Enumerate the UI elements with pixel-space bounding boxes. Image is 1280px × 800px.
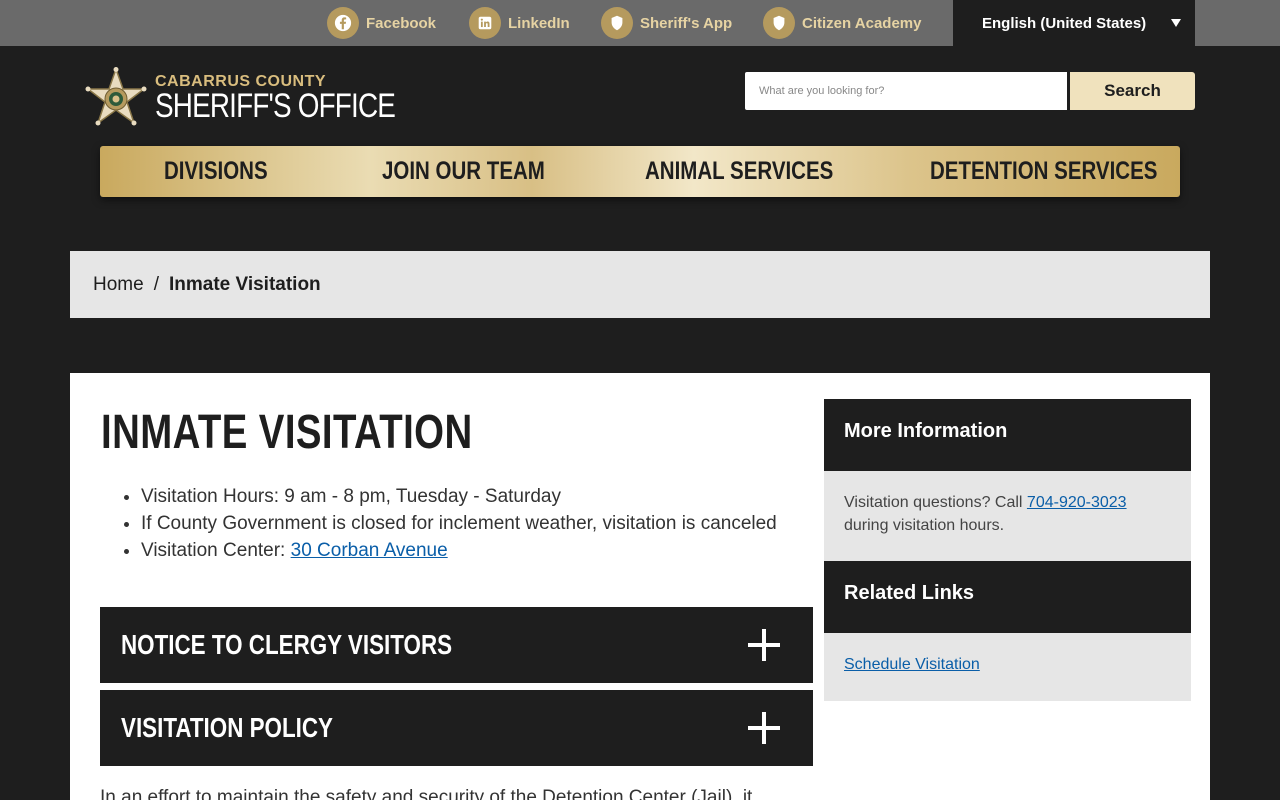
more-info-prefix: Visitation questions? Call [844,494,1027,511]
list-item: Visitation Center: 30 Corban Avenue [141,537,781,564]
more-information-header: More Information [824,399,1191,471]
accordion-clergy-visitors[interactable]: NOTICE TO CLERGY VISITORS [100,607,813,683]
language-label: English (United States) [982,14,1147,32]
visitation-hours-text: Visitation Hours: 9 am - 8 pm, Tuesday -… [141,486,561,507]
linkedin-icon [469,7,501,39]
search-input[interactable] [745,72,1067,110]
linkedin-label: LinkedIn [508,14,570,32]
accordion-visitation-policy[interactable]: VISITATION POLICY [100,690,813,766]
policy-paragraph: In an effort to maintain the safety and … [100,787,753,800]
linkedin-link[interactable]: LinkedIn [469,7,570,39]
nav-detention-services[interactable]: DETENTION SERVICES [930,146,1157,197]
breadcrumb-current: Inmate Visitation [168,273,321,295]
plus-icon[interactable] [748,712,780,744]
citizen-academy-label: Citizen Academy [802,14,922,32]
shield-icon [763,7,795,39]
more-information-body: Visitation questions? Call 704-920-3023 … [824,471,1191,561]
nav-join-our-team[interactable]: JOIN OUR TEAM [382,146,545,197]
main-navigation: DIVISIONS JOIN OUR TEAM ANIMAL SERVICES … [100,146,1180,197]
logo-office-text: SHERIFF'S OFFICE [155,87,396,125]
related-links-header: Related Links [824,561,1191,633]
page-title: INMATE VISITATION [101,406,473,459]
schedule-visitation-link[interactable]: Schedule Visitation [844,656,980,673]
facebook-icon [327,7,359,39]
nav-divisions[interactable]: DIVISIONS [164,146,268,197]
language-select[interactable]: English (United States) [953,0,1195,46]
sheriff-star-icon [85,67,147,126]
sheriffs-app-link[interactable]: Sheriff's App [601,7,732,39]
weather-notice-text: If County Government is closed for incle… [141,513,777,534]
visitation-center-label: Visitation Center: [141,540,291,561]
sheriffs-app-label: Sheriff's App [640,14,733,32]
phone-link[interactable]: 704-920-3023 [1027,494,1127,511]
accordion-title: VISITATION POLICY [121,712,333,743]
plus-icon[interactable] [748,629,780,661]
citizen-academy-link[interactable]: Citizen Academy [763,7,921,39]
nav-animal-services[interactable]: ANIMAL SERVICES [645,146,833,197]
visitation-center-address-link[interactable]: 30 Corban Avenue [291,540,448,561]
search-button[interactable]: Search [1070,72,1195,110]
list-item: Visitation Hours: 9 am - 8 pm, Tuesday -… [141,483,781,510]
breadcrumb: Home / Inmate Visitation [70,251,1210,318]
accordion-title: NOTICE TO CLERGY VISITORS [121,629,453,660]
facebook-link[interactable]: Facebook [327,7,436,39]
list-item: If County Government is closed for incle… [141,510,781,537]
breadcrumb-home-link[interactable]: Home [93,274,144,296]
facebook-label: Facebook [366,14,437,32]
more-info-suffix: during visitation hours. [844,517,1005,534]
visitation-info-list: Visitation Hours: 9 am - 8 pm, Tuesday -… [141,483,781,564]
related-links-body: Schedule Visitation [824,633,1191,701]
caret-down-icon [1171,19,1181,27]
shield-icon [601,7,633,39]
site-logo[interactable]: CABARRUS COUNTY SHERIFF'S OFFICE [84,67,396,131]
top-utility-bar: Facebook LinkedIn Sheriff's App Citizen … [0,0,1280,46]
breadcrumb-separator: / [153,273,159,295]
content-panel: INMATE VISITATION Visitation Hours: 9 am… [70,373,1210,800]
